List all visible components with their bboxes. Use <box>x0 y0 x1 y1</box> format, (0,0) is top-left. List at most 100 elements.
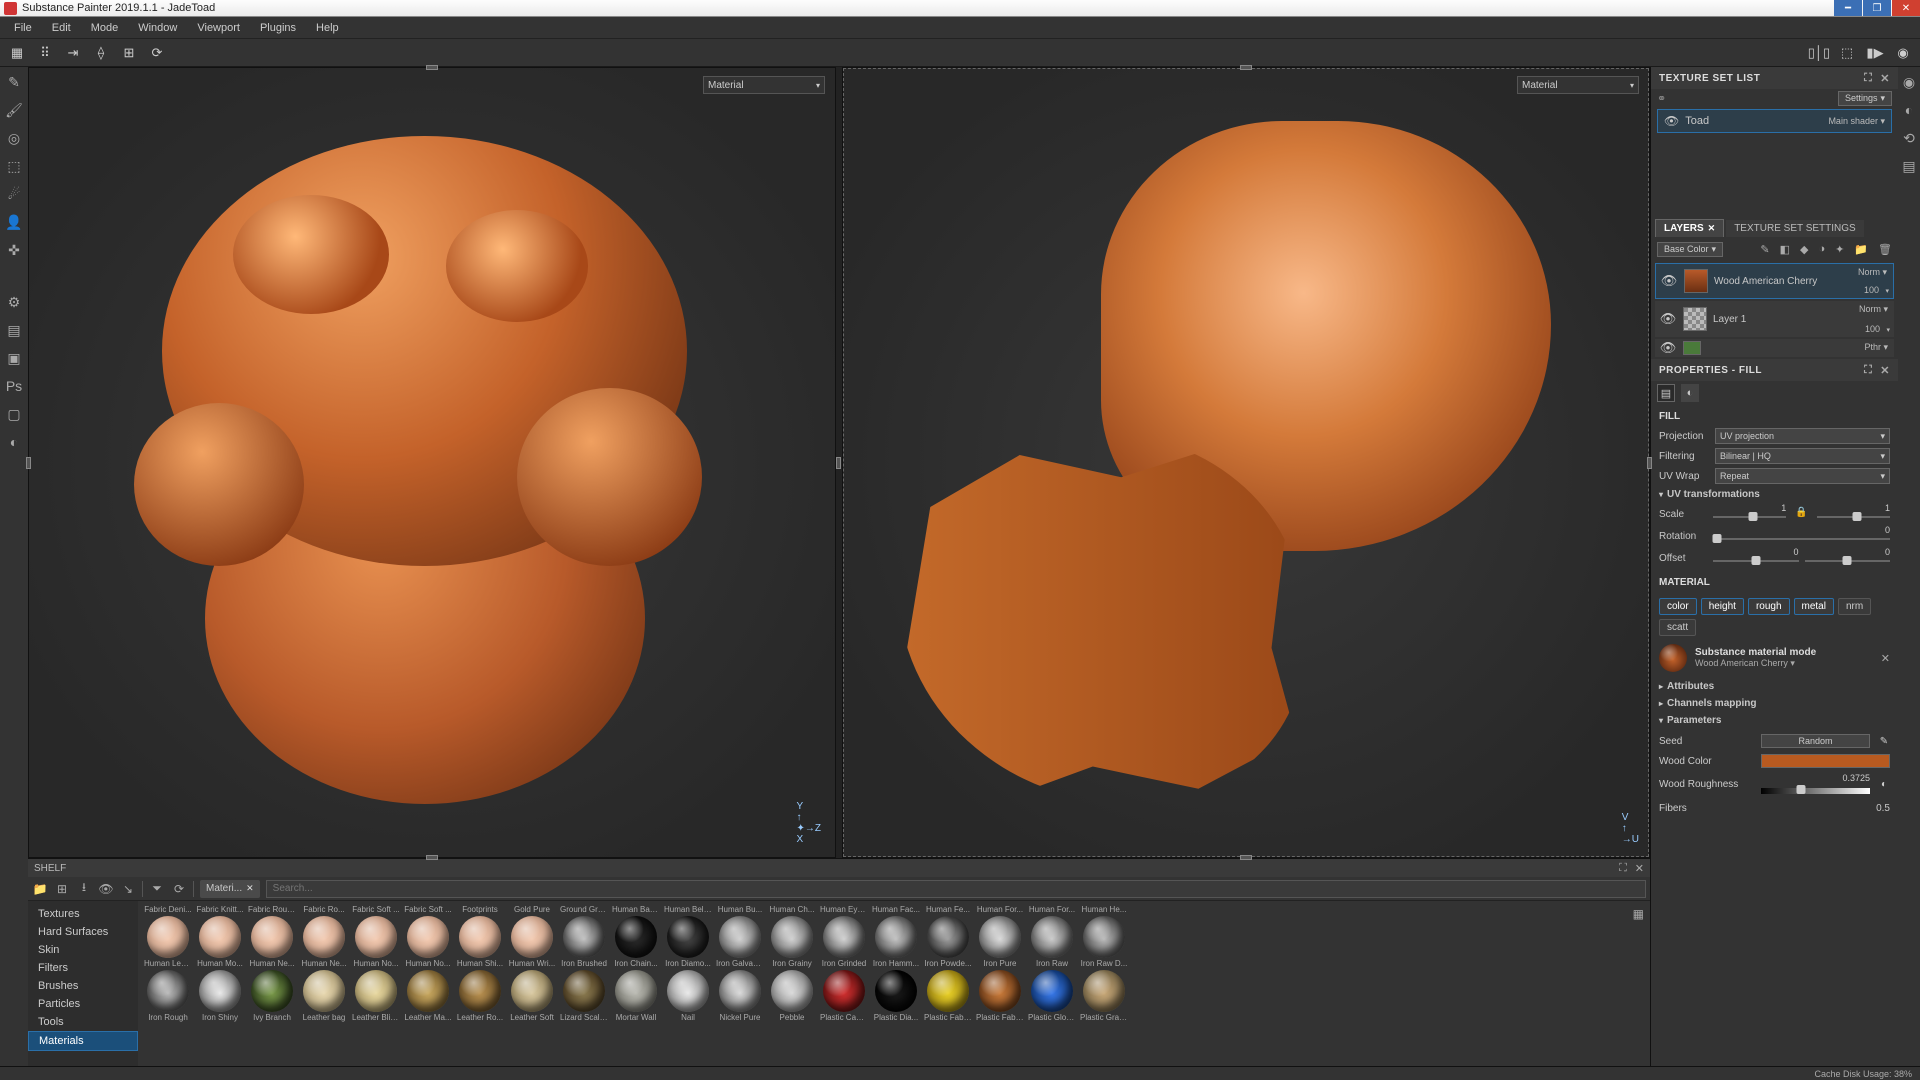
shelf-path-icon[interactable]: ↘ <box>120 881 136 897</box>
viewport-handle-bottom[interactable] <box>1240 855 1252 860</box>
tool-substance-icon[interactable]: ▣ <box>5 349 23 367</box>
param-menu-icon[interactable]: ◐ <box>1878 779 1890 790</box>
channel-toggle-height[interactable]: height <box>1701 598 1744 615</box>
properties-fill-mode-icon[interactable]: ▤ <box>1657 384 1675 402</box>
layer-smart-icon[interactable]: ✦ <box>1835 243 1844 256</box>
shelf-import-icon[interactable]: ⭳ <box>76 881 92 897</box>
uvwrap-select[interactable]: Repeat▾ <box>1715 468 1890 484</box>
material-item[interactable]: Leather Ro... <box>456 970 504 1022</box>
shelf-category-hard-surfaces[interactable]: Hard Surfaces <box>28 923 138 941</box>
uv-transformations-toggle[interactable]: ▾UV transformations <box>1659 486 1890 503</box>
window-minimize-button[interactable]: ━ <box>1834 0 1862 16</box>
material-item[interactable]: Plastic Fabri... <box>976 970 1024 1022</box>
menu-plugins[interactable]: Plugins <box>252 20 304 36</box>
right-history-icon[interactable]: ⟲ <box>1900 129 1918 147</box>
layer-mask-icon[interactable]: ◧ <box>1780 243 1790 256</box>
shelf-category-textures[interactable]: Textures <box>28 905 138 923</box>
material-item[interactable]: Plastic Cabl... <box>820 970 868 1022</box>
toolbar-dots-icon[interactable]: ⠿ <box>36 44 54 62</box>
material-item[interactable]: Pebble <box>768 970 816 1022</box>
shelf-close-icon[interactable]: ✕ <box>1635 862 1644 875</box>
shelf-chip-close-icon[interactable]: ✕ <box>246 883 254 894</box>
tool-ps-icon[interactable]: Ps <box>5 377 23 395</box>
material-mode-name[interactable]: Wood American Cherry ▾ <box>1695 658 1873 669</box>
material-item[interactable]: Iron Raw D... <box>1080 916 1128 968</box>
projection-select[interactable]: UV projection▾ <box>1715 428 1890 444</box>
layer-name[interactable]: Layer 1 <box>1713 314 1890 325</box>
layer-row[interactable]: 👁 Layer 1 Norm ▾ 100 ▾ <box>1655 301 1894 337</box>
shelf-category-filters[interactable]: Filters <box>28 959 138 977</box>
material-item[interactable]: Iron Hamm... <box>872 916 920 968</box>
splitter-handle[interactable] <box>836 457 841 469</box>
tool-projection-icon[interactable]: ◎ <box>5 129 23 147</box>
layer-effect-icon[interactable]: ✎ <box>1760 243 1769 256</box>
material-item[interactable]: Plastic Glos... <box>1028 970 1076 1022</box>
tool-settings-icon[interactable]: ⚙ <box>5 293 23 311</box>
material-item[interactable]: Human Mo... <box>196 916 244 968</box>
seed-edit-icon[interactable]: ✎ <box>1878 736 1890 747</box>
toolbar-cube-icon[interactable]: ⬚ <box>1838 44 1856 62</box>
rotation-slider[interactable]: 0 <box>1713 529 1890 543</box>
chevron-down-icon[interactable]: ▾ <box>1886 326 1890 334</box>
tab-layers[interactable]: LAYERS✕ <box>1655 219 1724 237</box>
shelf-grid[interactable]: ▦ Fabric Deni...Fabric Knitt...Fabric Ro… <box>138 901 1650 1066</box>
shelf-search-input[interactable] <box>266 880 1646 898</box>
layer-row[interactable]: 👁 Pthr ▾ <box>1655 339 1894 357</box>
viewport-2d[interactable]: Material ▾ V↑→U <box>842 67 1650 858</box>
layers-channel-select[interactable]: Base Color▾ <box>1657 242 1723 257</box>
toolbar-video-icon[interactable]: ▮▶ <box>1866 44 1884 62</box>
viewport-3d[interactable]: Material ▾ Y↑✦→ZX <box>28 67 836 858</box>
channel-toggle-color[interactable]: color <box>1659 598 1697 615</box>
shelf-category-skin[interactable]: Skin <box>28 941 138 959</box>
panel-expand-icon[interactable]: ⛶ <box>1864 72 1872 85</box>
layer-blend-mode[interactable]: Norm ▾ <box>1859 304 1888 315</box>
tool-fill-icon[interactable]: ⬚ <box>5 157 23 175</box>
shelf-filter-icon[interactable]: ⏷ <box>149 881 165 897</box>
viewport-handle-bottom[interactable] <box>426 855 438 860</box>
toolbar-grid-icon[interactable]: ▦ <box>8 44 26 62</box>
menu-edit[interactable]: Edit <box>44 20 79 36</box>
shelf-newfolder-icon[interactable]: ⊞ <box>54 881 70 897</box>
lock-icon[interactable]: 🔒 <box>1795 507 1807 521</box>
material-item[interactable]: Mortar Wall <box>612 970 660 1022</box>
seed-random-button[interactable]: Random <box>1761 734 1870 748</box>
material-item[interactable]: Human No... <box>352 916 400 968</box>
material-item[interactable]: Nickel Pure <box>716 970 764 1022</box>
channel-toggle-metal[interactable]: metal <box>1794 598 1834 615</box>
tool-paint-icon[interactable]: ✎ <box>5 73 23 91</box>
material-item[interactable]: Plastic Grainy <box>1080 970 1128 1022</box>
shelf-expand-icon[interactable]: ⛶ <box>1619 862 1627 875</box>
toolbar-refresh-icon[interactable]: ⟳ <box>148 44 166 62</box>
texture-set-shader-dropdown[interactable]: Main shader ▾ <box>1828 116 1885 127</box>
layer-thumbnail[interactable] <box>1684 269 1708 293</box>
material-item[interactable]: Human Ne... <box>300 916 348 968</box>
shelf-category-materials[interactable]: Materials <box>28 1031 138 1051</box>
right-camera-icon[interactable]: ◉ <box>1900 73 1918 91</box>
material-item[interactable]: Human Wri... <box>508 916 556 968</box>
visibility-eye-icon[interactable]: 👁 <box>1659 311 1677 327</box>
material-item[interactable]: Iron Grainy <box>768 916 816 968</box>
layer-add-fill-icon[interactable]: ◆ <box>1800 243 1808 256</box>
tool-baking-icon[interactable]: ▤ <box>5 321 23 339</box>
offset-y-slider[interactable]: 0 <box>1805 551 1891 565</box>
tab-texture-set-settings[interactable]: TEXTURE SET SETTINGS <box>1726 220 1864 237</box>
material-item[interactable]: Plastic Fabr... <box>924 970 972 1022</box>
shelf-category-brushes[interactable]: Brushes <box>28 977 138 995</box>
layer-opacity[interactable]: 100 <box>1864 285 1879 295</box>
material-item[interactable]: Iron Diamo... <box>664 916 712 968</box>
material-mode-close-icon[interactable]: ✕ <box>1881 652 1890 665</box>
material-item[interactable]: Human Ne... <box>248 916 296 968</box>
shelf-category-tools[interactable]: Tools <box>28 1013 138 1031</box>
material-item[interactable]: Human Leg... <box>144 916 192 968</box>
layer-blend-mode[interactable]: Pthr ▾ <box>1864 342 1888 353</box>
panel-close-icon[interactable]: ✕ <box>1880 72 1890 85</box>
panel-close-icon[interactable]: ✕ <box>1880 364 1890 377</box>
material-item[interactable]: Leather Blis... <box>352 970 400 1022</box>
channel-toggle-nrm[interactable]: nrm <box>1838 598 1871 615</box>
layer-folder-icon[interactable]: 📁 <box>1854 243 1868 256</box>
menu-viewport[interactable]: Viewport <box>189 20 248 36</box>
material-item[interactable]: Plastic Dia... <box>872 970 920 1022</box>
material-item[interactable]: Human Shi... <box>456 916 504 968</box>
menu-file[interactable]: File <box>6 20 40 36</box>
layer-row[interactable]: 👁 Wood American Cherry Norm ▾ 100 ▾ <box>1655 263 1894 299</box>
